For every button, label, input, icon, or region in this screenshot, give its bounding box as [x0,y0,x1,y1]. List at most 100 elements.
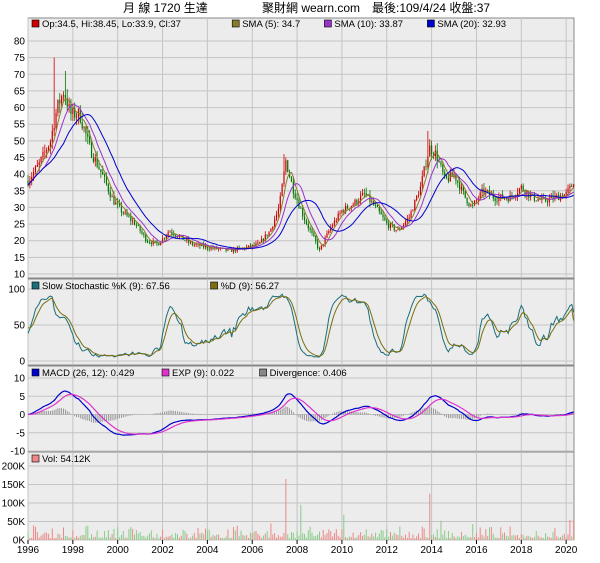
x-tick-label: 2020 [555,545,578,556]
price-candle-body [436,150,438,162]
price-candle-body [363,192,365,194]
macd-ytick-label: 0 [19,410,25,421]
price-candle-body [137,225,139,226]
price-legend-swatch-ohlc [31,19,40,28]
price-candle-body [535,200,537,202]
price-candle-body [51,130,53,142]
price-candle-body [417,195,420,197]
price-ytick-label: 10 [14,270,26,281]
price-candle-body [94,157,96,162]
price-candle-body [384,217,386,221]
price-legend-sma10: SMA (10): 33.87 [334,19,403,30]
price-candle-body [343,210,345,213]
price-candle-body [537,199,539,201]
price-candle-body [195,244,197,246]
price-candle-body [184,239,186,241]
price-candle-body [115,202,117,205]
macd-ytick-label: 10 [14,374,26,385]
price-candle-body [315,236,317,242]
x-tick-label: 2010 [331,545,354,556]
price-candle-body [272,226,274,229]
x-tick-label: 2004 [196,545,219,556]
panel-frames [27,17,575,541]
x-tick-label: 2012 [376,545,399,556]
price-candle-body [260,238,263,243]
price-candle-body [311,229,313,233]
price-candle-body [470,204,472,206]
price-candle-body [104,174,106,177]
price-candle-body [62,95,65,97]
price-candle-body [290,176,293,182]
price-candle-body [266,234,268,236]
chart-title: 月 線 1720 生達 [123,0,208,15]
price-candle-body [33,172,35,177]
price-legend-swatch-sma10 [324,19,332,28]
price-candle-body [47,146,50,151]
x-tick-label: 2008 [286,545,309,556]
price-candle-body [331,225,334,228]
price-candle-body [55,112,57,129]
price-ytick-label: 70 [14,70,26,81]
price-candle-body [337,213,339,221]
price-candle-body [333,220,336,226]
price-candle-body [132,220,134,222]
price-candle-body [472,204,474,206]
price-candle-body [38,162,40,165]
price-ytick-label: 20 [14,236,26,247]
price-candle-body [89,136,91,143]
price-candle-body [380,211,382,215]
price-candle-body [395,229,397,231]
price-candle-body [371,201,373,203]
price-ytick-label: 80 [14,37,26,48]
price-candle-body [46,150,48,152]
price-candle-body [389,223,392,228]
stoch-legend-swatch-k [31,281,40,290]
price-candle-body [279,196,281,209]
price-candle-body [68,104,70,107]
price-candle-body [468,203,470,206]
stoch-legend-swatch-d [210,281,218,290]
price-candle-body [464,190,466,198]
price-candle-body [100,169,102,172]
price-ytick-label: 60 [14,103,26,114]
price-candle-body [303,216,306,221]
price-ytick-label: 25 [14,220,26,231]
price-candle-body [158,243,160,246]
price-candle-body [107,184,109,192]
price-candle-body [475,200,478,202]
price-candle-body [354,199,356,205]
price-legend-swatch-sma20 [427,19,435,28]
stoch-legend-d: %D (9): 56.27 [221,281,280,292]
price-candle-body [302,208,304,217]
price-candle-body [386,220,388,224]
price-candle-body [257,242,259,244]
price-candle-body [445,175,448,179]
price-candle-body [59,99,61,104]
price-candle-body [341,210,343,213]
price-candle-body [85,127,87,134]
site-name: 聚財網 wearn.com [262,0,360,15]
price-candle-body [285,160,287,172]
x-tick-label: 2000 [107,545,130,556]
price-candle-body [388,223,390,228]
price-candle-body [571,185,573,187]
stock-chart: 月 線 1720 生達 聚財網 wearn.com 最後:109/4/24 收盤… [0,0,600,558]
price-candle-body [416,196,418,200]
chart-stage: 月 線 1720 生達 聚財網 wearn.com 最後:109/4/24 收盤… [0,0,600,558]
price-candle-body [397,229,399,231]
price-candle-body [145,234,147,242]
price-candle-body [496,201,498,202]
price-candle-body [117,202,119,204]
macd-ytick-label: -10 [11,447,26,458]
vol-legend-swatch-vol [31,454,40,463]
price-candle-body [522,185,524,191]
price-candle-body [457,180,459,183]
price-candle-body [438,161,440,162]
price-candle-body [479,192,481,199]
price-candle-body [442,164,444,173]
x-tick-label: 2016 [465,545,488,556]
panel-frame-price [27,17,575,279]
macd-legend-swatch-exp [161,368,170,377]
price-candle-body [313,232,315,237]
price-candle-body [460,186,463,190]
